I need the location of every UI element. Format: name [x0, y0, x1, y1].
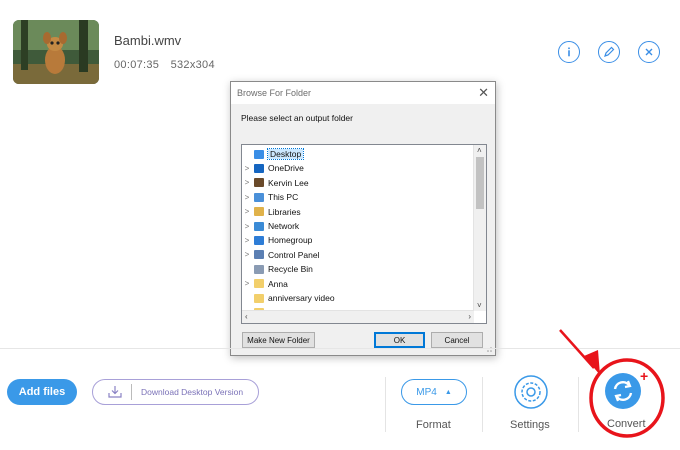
convert-icon[interactable]: [604, 372, 642, 410]
tree-item-label: This PC: [268, 192, 299, 203]
add-files-button[interactable]: Add files: [7, 379, 77, 405]
tree-item[interactable]: > Anna: [242, 277, 288, 291]
file-resolution: 532x304: [170, 59, 215, 71]
info-icon[interactable]: [558, 41, 580, 63]
vertical-scrollbar[interactable]: ˄ ˅: [473, 145, 486, 311]
download-desktop-label: Download Desktop Version: [141, 387, 244, 397]
ok-button[interactable]: OK: [374, 332, 425, 348]
tree-item-label: Homegroup: [268, 235, 313, 246]
scroll-down-icon[interactable]: ˅: [477, 301, 482, 310]
chevron-right-icon[interactable]: >: [242, 250, 252, 259]
format-label: Format: [416, 419, 451, 431]
network-icon: [254, 221, 264, 231]
tree-item-label: Desktop: [266, 148, 305, 160]
chevron-right-icon[interactable]: >: [242, 279, 252, 288]
bar-separator: [578, 377, 579, 432]
video-thumbnail: [13, 20, 99, 84]
tree-item[interactable]: > Kervin Lee: [242, 176, 309, 190]
tree-item[interactable]: > This PC: [242, 190, 299, 204]
chevron-right-icon[interactable]: >: [242, 178, 252, 187]
close-icon[interactable]: [638, 41, 660, 63]
tree-item-label: Control Panel: [268, 249, 320, 260]
folder-tree[interactable]: appsanniversary video>AnnaRecycle Bin>Co…: [241, 144, 487, 324]
folder-icon: [254, 293, 264, 303]
download-desktop-button[interactable]: Download Desktop Version: [92, 379, 259, 405]
bar-separator: [482, 377, 483, 432]
tree-item[interactable]: anniversary video: [242, 291, 335, 305]
settings-label: Settings: [510, 419, 550, 431]
bar-separator: [385, 377, 386, 432]
tree-item-label: Recycle Bin: [268, 264, 313, 275]
download-separator: [131, 384, 132, 400]
onedrive-icon: [254, 163, 264, 173]
annotation-arrow-head: [584, 350, 600, 375]
app-window: Bambi.wmv 00:07:35 532x304 Browse For Fo…: [0, 0, 680, 450]
chevron-right-icon[interactable]: >: [242, 193, 252, 202]
dialog-title: Browse For Folder: [237, 88, 312, 98]
chevron-right-icon[interactable]: >: [242, 236, 252, 245]
dialog-title-bar: Browse For Folder ✕: [231, 82, 495, 104]
tree-item-label: Libraries: [268, 206, 301, 217]
tree-item-label: Kervin Lee: [268, 177, 309, 188]
tree-item[interactable]: Desktop: [242, 147, 305, 161]
tree-item-label: Anna: [268, 278, 288, 289]
scrollbar-thumb[interactable]: [476, 157, 484, 209]
tree-item[interactable]: > Control Panel: [242, 248, 320, 262]
chevron-right-icon[interactable]: >: [242, 222, 252, 231]
tree-item[interactable]: > OneDrive: [242, 161, 304, 175]
tree-item[interactable]: > Network: [242, 219, 300, 233]
tree-item-label: OneDrive: [268, 163, 304, 174]
tree-item[interactable]: Recycle Bin: [242, 262, 313, 276]
scroll-right-icon[interactable]: ›: [468, 312, 471, 321]
file-duration: 00:07:35: [114, 59, 160, 71]
tree-item-label: anniversary video: [268, 293, 335, 303]
recycle-bin-icon: [254, 264, 264, 274]
annotation-arrow-line: [559, 329, 595, 369]
pc-icon: [254, 192, 264, 202]
horizontal-scrollbar[interactable]: ‹ ›: [242, 310, 474, 323]
folder-icon: [254, 279, 264, 289]
chevron-right-icon[interactable]: >: [242, 164, 252, 173]
chevron-up-icon: ▲: [444, 388, 452, 396]
tree-item[interactable]: > Libraries: [242, 205, 301, 219]
browse-folder-dialog: Browse For Folder ✕ Please select an out…: [230, 81, 496, 356]
bottom-divider: [0, 348, 680, 349]
convert-label: Convert: [607, 418, 646, 430]
format-select[interactable]: MP4 ▲: [401, 379, 467, 405]
edit-icon[interactable]: [598, 41, 620, 63]
homegroup-icon: [254, 235, 264, 245]
scroll-left-icon[interactable]: ‹: [245, 312, 248, 321]
download-icon: [108, 386, 122, 398]
file-name: Bambi.wmv: [114, 33, 182, 48]
user-icon: [254, 178, 264, 188]
cancel-button[interactable]: Cancel: [431, 332, 483, 348]
chevron-right-icon[interactable]: >: [242, 207, 252, 216]
format-value: MP4: [416, 386, 437, 398]
tree-item-label: Network: [268, 221, 300, 231]
scroll-up-icon[interactable]: ˄: [477, 146, 482, 155]
dialog-close-icon[interactable]: ✕: [478, 85, 489, 101]
file-meta: 00:07:35 532x304: [114, 59, 223, 71]
dialog-prompt: Please select an output folder: [241, 113, 353, 123]
libraries-icon: [254, 207, 264, 217]
desktop-icon: [254, 149, 264, 159]
settings-gear-icon[interactable]: [513, 374, 549, 410]
make-new-folder-button[interactable]: Make New Folder: [242, 332, 315, 348]
tree-item[interactable]: > Homegroup: [242, 233, 313, 247]
plus-badge-icon: +: [640, 368, 649, 384]
control-panel-icon: [254, 250, 264, 260]
